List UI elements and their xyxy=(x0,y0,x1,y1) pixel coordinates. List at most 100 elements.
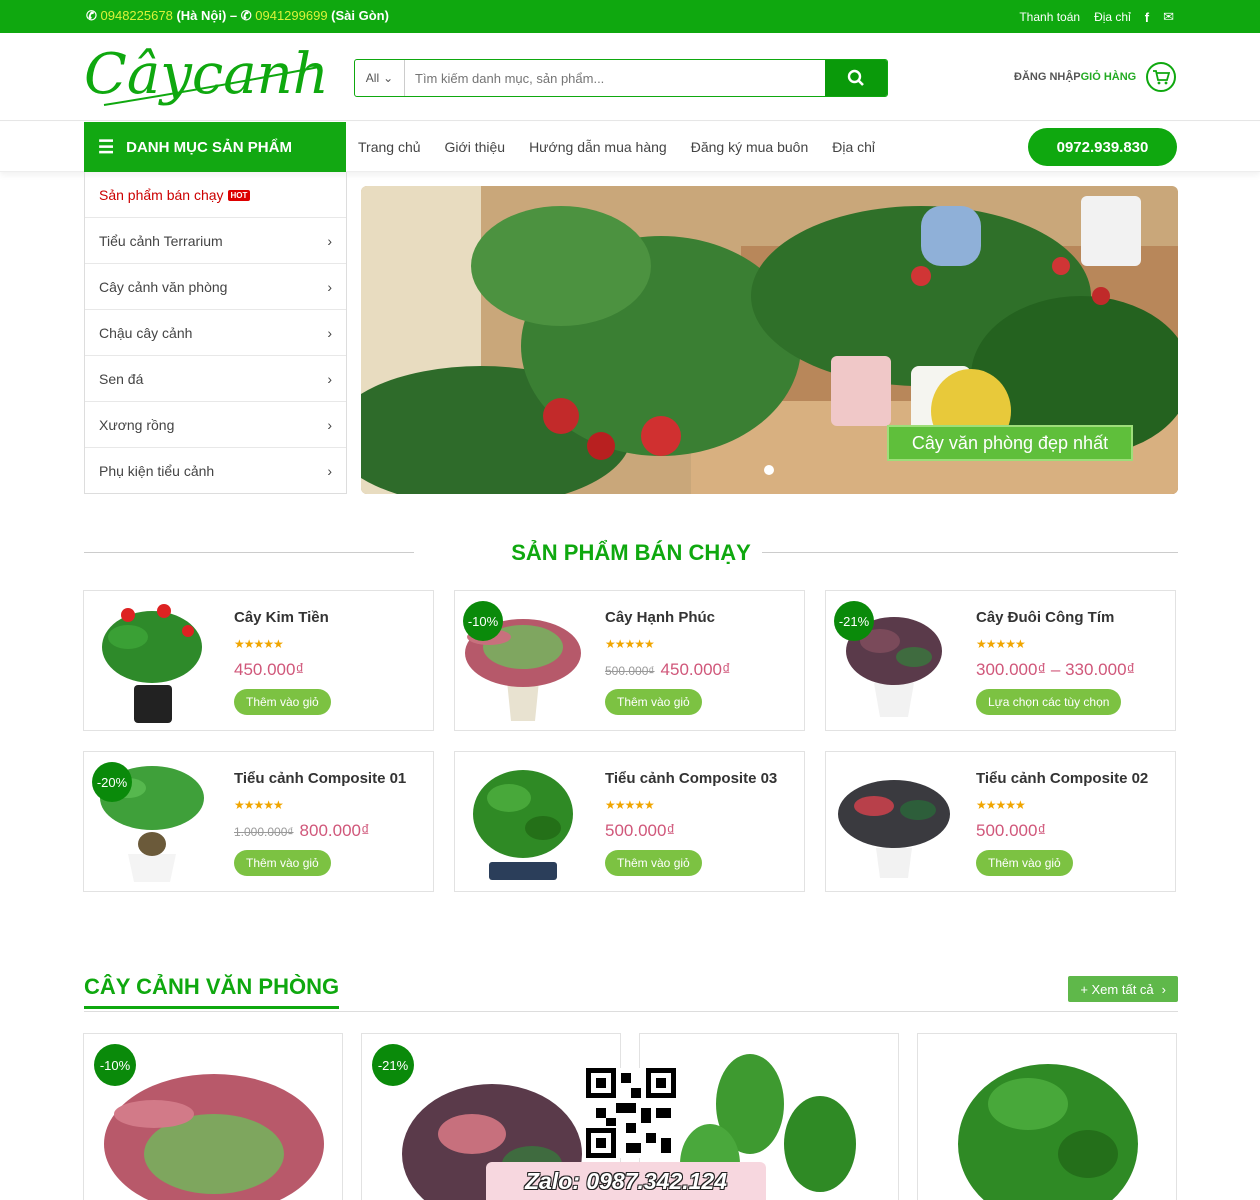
nav-wholesale[interactable]: Đăng ký mua buôn xyxy=(691,139,809,155)
city-hanoi: (Hà Nội) – xyxy=(172,8,241,23)
product-image[interactable] xyxy=(918,1034,1177,1200)
view-all-label: + Xem tất cả xyxy=(1080,981,1154,997)
product-price: 1.000.000₫ 800.000₫ xyxy=(234,821,370,841)
search-bar: All ⌄ xyxy=(354,59,888,97)
section-title: SẢN PHẨM BÁN CHẠY xyxy=(511,540,751,565)
payment-link[interactable]: Thanh toán xyxy=(1019,10,1080,24)
product-price: 300.000₫ – 330.000₫ xyxy=(976,660,1136,679)
sidebar-item-succulents[interactable]: Sen đá › xyxy=(85,356,346,402)
old-price: 500.000₫ xyxy=(605,664,655,678)
chevron-right-icon: › xyxy=(327,278,332,295)
product-card[interactable]: Tiểu cảnh Composite 03 ★★★★★ 500.000₫ Th… xyxy=(454,751,805,892)
discount-badge: -20% xyxy=(92,762,132,802)
banner-caption[interactable]: Cây văn phòng đẹp nhất xyxy=(887,425,1133,461)
product-image[interactable] xyxy=(459,758,587,886)
sidebar-item-label: Tiểu cảnh Terrarium xyxy=(99,232,223,249)
site-logo[interactable]: Câycanh xyxy=(84,39,329,111)
facebook-icon[interactable]: f xyxy=(1145,10,1149,25)
sidebar-item-accessories[interactable]: Phụ kiện tiểu cảnh › xyxy=(85,448,346,494)
product-image[interactable] xyxy=(830,758,958,886)
sale-price: 450.000₫ xyxy=(660,660,731,679)
product-card[interactable]: -10% Cây Hạnh Phúc ★★★★★ 500.000₫ 450.000… xyxy=(454,590,805,731)
sidebar-item-label: Cây cảnh văn phòng xyxy=(99,278,228,295)
product-price: 500.000₫ xyxy=(605,821,676,840)
sale-price: 800.000₫ xyxy=(299,821,370,840)
account-links: ĐĂNG NHẬPGIỎ HÀNG xyxy=(1014,71,1136,83)
sidebar-item-label: Sen đá xyxy=(99,370,144,387)
sidebar-item-label: Phụ kiện tiểu cảnh xyxy=(99,463,215,479)
discount-badge: -10% xyxy=(463,601,503,641)
product-card[interactable]: Cây Kim Tiền ★★★★★ 450.000₫ Thêm vào giỏ xyxy=(83,590,434,731)
chevron-right-icon: › xyxy=(327,324,332,341)
search-input[interactable] xyxy=(405,60,825,96)
star-rating: ★★★★★ xyxy=(605,798,655,812)
product-name[interactable]: Cây Kim Tiền xyxy=(234,609,329,626)
svg-text:Câycanh: Câycanh xyxy=(84,42,324,107)
sidebar-item-bestsellers[interactable]: Sản phẩm bán chạy HOT xyxy=(85,172,346,218)
sidebar-item-terrarium[interactable]: Tiểu cảnh Terrarium › xyxy=(85,218,346,264)
office-plants-heading: CÂY CẢNH VĂN PHÒNG + Xem tất cả › xyxy=(84,974,1178,1012)
chevron-right-icon: › xyxy=(327,370,332,387)
category-menu-button[interactable]: ☰ DANH MỤC SẢN PHẨM xyxy=(84,122,346,172)
search-icon xyxy=(847,69,864,86)
sidebar-item-cactus[interactable]: Xương rồng › xyxy=(85,402,346,448)
menu-links: Trang chủ Giới thiệu Hướng dẫn mua hàng … xyxy=(358,122,875,172)
product-name[interactable]: Tiểu cảnh Composite 02 xyxy=(976,770,1148,787)
cart-icon[interactable] xyxy=(1146,62,1176,92)
sidebar-item-label: Xương rồng xyxy=(99,416,175,433)
add-to-cart-button[interactable]: Thêm vào giỏ xyxy=(976,850,1073,876)
qr-code[interactable] xyxy=(586,1068,676,1158)
discount-badge: -21% xyxy=(834,601,874,641)
email-icon[interactable]: ✉ xyxy=(1163,9,1174,25)
add-to-cart-button[interactable]: Thêm vào giỏ xyxy=(234,689,331,715)
phone-saigon[interactable]: 0941299699 xyxy=(255,8,327,23)
discount-badge: -21% xyxy=(372,1044,414,1086)
section-title: CÂY CẢNH VĂN PHÒNG xyxy=(84,974,340,1009)
sidebar-item-pots[interactable]: Chậu cây cảnh › xyxy=(85,310,346,356)
chevron-right-icon: › xyxy=(1161,981,1166,997)
nav-guide[interactable]: Hướng dẫn mua hàng xyxy=(529,139,667,155)
nav-about[interactable]: Giới thiệu xyxy=(445,139,506,155)
nav-address[interactable]: Địa chỉ xyxy=(832,139,875,155)
star-rating: ★★★★★ xyxy=(234,798,284,812)
product-card[interactable]: -21% Cây Đuôi Công Tím ★★★★★ 300.000₫ – … xyxy=(825,590,1176,731)
product-image[interactable] xyxy=(88,597,216,725)
product-name[interactable]: Tiểu cảnh Composite 01 xyxy=(234,770,406,787)
product-name[interactable]: Cây Đuôi Công Tím xyxy=(976,609,1114,626)
add-to-cart-button[interactable]: Thêm vào giỏ xyxy=(605,850,702,876)
product-card[interactable] xyxy=(917,1033,1177,1200)
main-nav: ☰ DANH MỤC SẢN PHẨM Trang chủ Giới thiệu… xyxy=(0,122,1260,172)
login-link[interactable]: ĐĂNG NHẬP xyxy=(1014,71,1081,83)
sidebar-item-office-plants[interactable]: Cây cảnh văn phòng › xyxy=(85,264,346,310)
phone-icon: ✆ xyxy=(240,8,256,23)
search-button[interactable] xyxy=(825,60,887,96)
hero-banner[interactable]: Cây văn phòng đẹp nhất xyxy=(361,186,1178,494)
select-options-button[interactable]: Lựa chọn các tùy chọn xyxy=(976,689,1122,715)
hotline-button[interactable]: 0972.939.830 xyxy=(1028,128,1177,166)
chevron-down-icon: ⌄ xyxy=(383,71,394,85)
product-card[interactable]: -10% xyxy=(83,1033,343,1200)
star-rating: ★★★★★ xyxy=(605,637,655,651)
cart-link[interactable]: GIỎ HÀNG xyxy=(1081,71,1137,83)
hot-badge: HOT xyxy=(227,189,251,201)
add-to-cart-button[interactable]: Thêm vào giỏ xyxy=(605,689,702,715)
star-rating: ★★★★★ xyxy=(976,637,1026,651)
product-price: 450.000₫ xyxy=(234,660,305,679)
product-card[interactable]: Tiểu cảnh Composite 02 ★★★★★ 500.000₫ Th… xyxy=(825,751,1176,892)
view-all-button[interactable]: + Xem tất cả › xyxy=(1068,976,1178,1002)
discount-badge: -10% xyxy=(94,1044,136,1086)
site-header: Câycanh All⌄ ĐĂNG NHẬPGIỎ HÀNG xyxy=(0,33,1260,121)
product-name[interactable]: Tiểu cảnh Composite 03 xyxy=(605,770,777,787)
product-name[interactable]: Cây Hạnh Phúc xyxy=(605,609,715,626)
chevron-right-icon: › xyxy=(327,232,332,249)
search-category-select[interactable]: All ⌄ xyxy=(355,60,405,96)
product-card[interactable]: -20% Tiểu cảnh Composite 01 ★★★★★ 1.000.… xyxy=(83,751,434,892)
contact-phones: ✆ 0948225678 (Hà Nội) – ✆ 0941299699 (Sà… xyxy=(86,8,389,24)
nav-home[interactable]: Trang chủ xyxy=(358,139,421,155)
phone-hanoi[interactable]: 0948225678 xyxy=(101,8,173,23)
zalo-contact-banner[interactable]: Zalo: 0987.342.124 xyxy=(486,1162,766,1200)
product-price: 500.000₫ xyxy=(976,821,1047,840)
address-link[interactable]: Địa chỉ xyxy=(1094,10,1131,24)
add-to-cart-button[interactable]: Thêm vào giỏ xyxy=(234,850,331,876)
slider-dot[interactable] xyxy=(764,465,774,475)
